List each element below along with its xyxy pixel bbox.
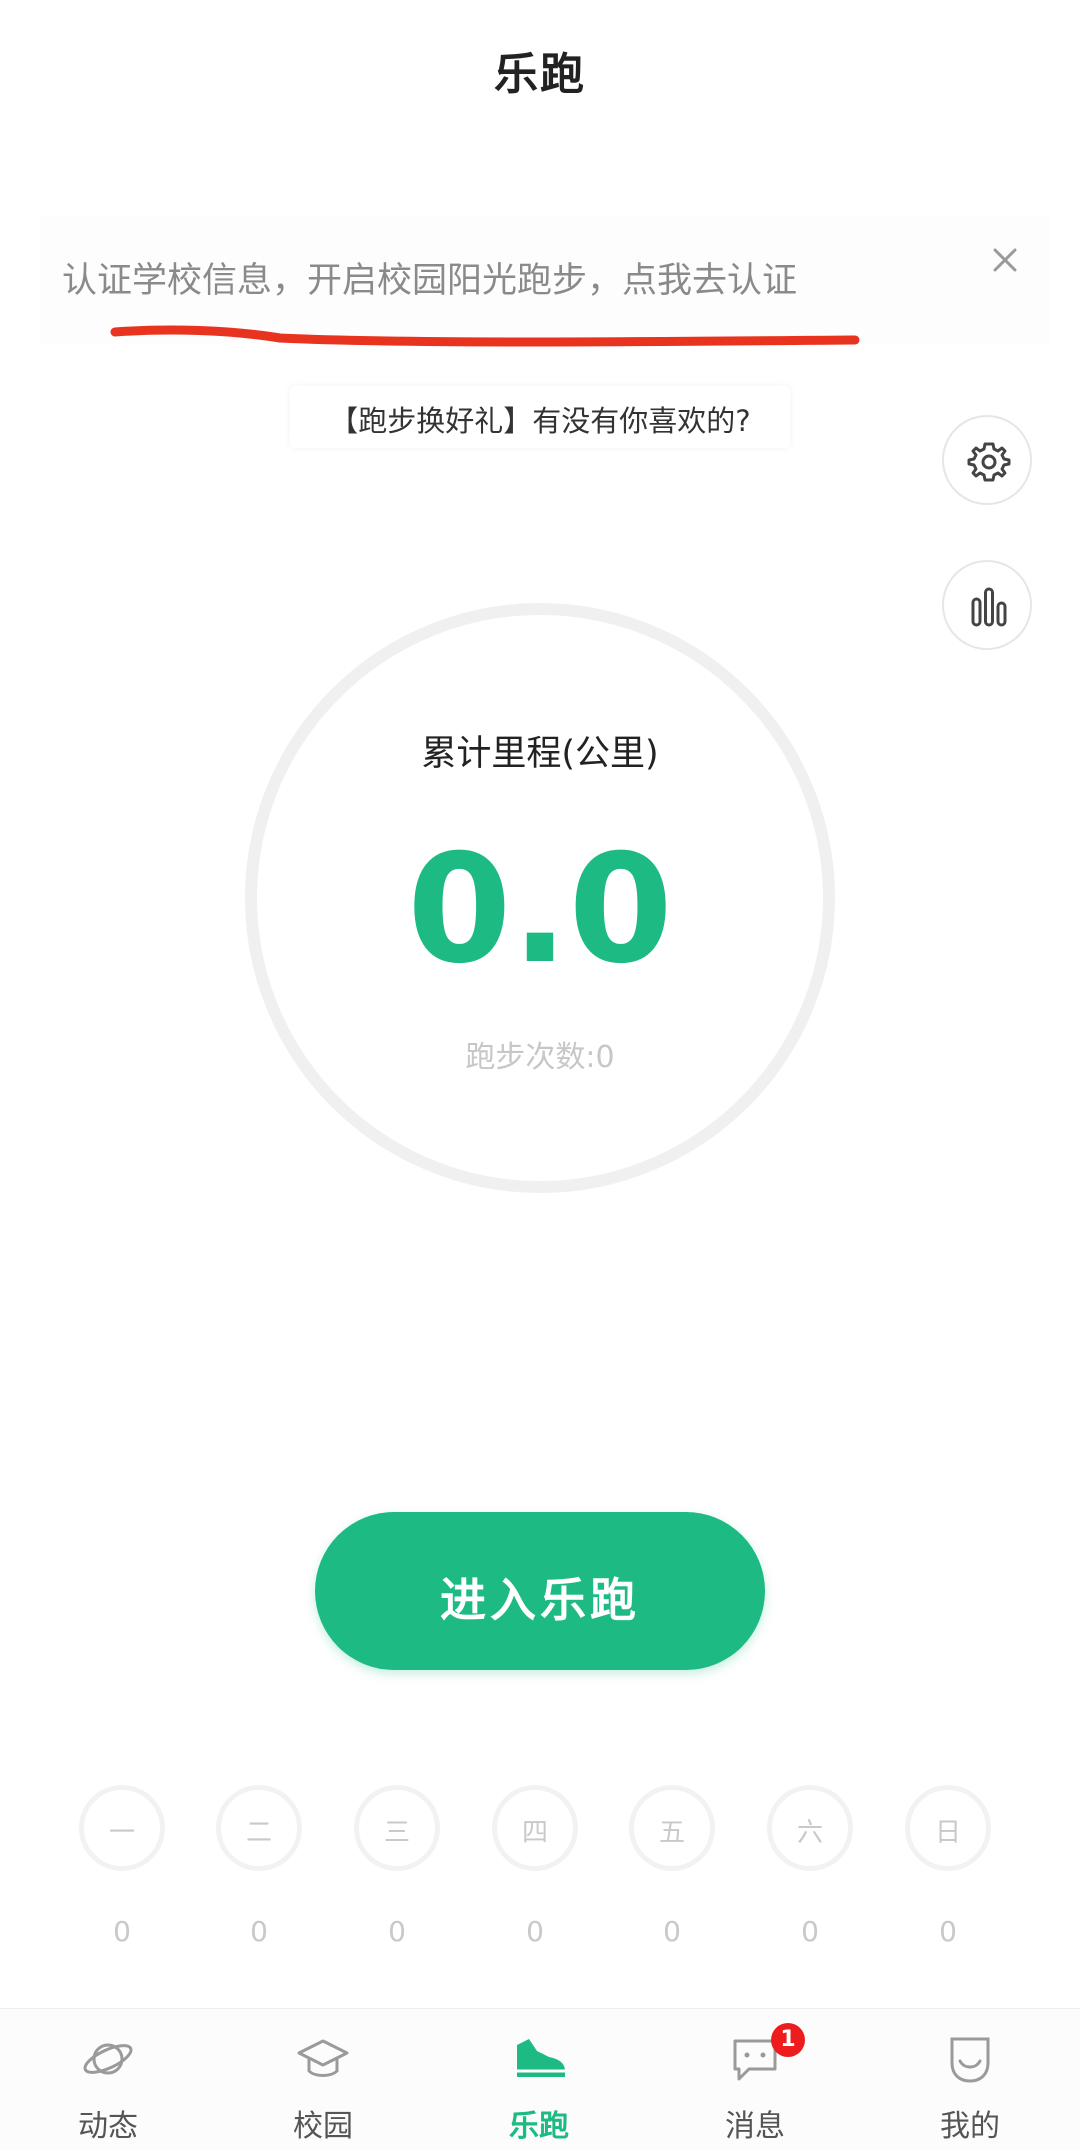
day-count: 0 bbox=[388, 1915, 406, 1948]
red-underline-annotation bbox=[110, 325, 860, 347]
unread-badge: 1 bbox=[771, 2023, 805, 2057]
day-circle-mon: 一 bbox=[79, 1785, 165, 1871]
certify-banner-text[interactable]: 认证学校信息，开启校园阳光跑步，点我去认证 bbox=[62, 252, 797, 303]
nav-item-dynamics[interactable]: 动态 bbox=[38, 2009, 178, 2150]
day-circle-sun: 日 bbox=[905, 1785, 991, 1871]
nav-label: 动态 bbox=[78, 2109, 138, 2144]
day-count: 0 bbox=[663, 1915, 681, 1948]
day-count: 0 bbox=[250, 1915, 268, 1948]
nav-item-campus[interactable]: 校园 bbox=[253, 2009, 393, 2150]
day-label: 三 bbox=[383, 1818, 410, 1848]
nav-label: 校园 bbox=[293, 2109, 353, 2144]
day-label: 四 bbox=[521, 1818, 548, 1848]
day-label: 一 bbox=[108, 1818, 135, 1848]
settings-button[interactable] bbox=[942, 415, 1032, 505]
start-run-label: 进入乐跑 bbox=[440, 1573, 640, 1627]
running-shoe-icon bbox=[517, 2039, 565, 2077]
day-circle-tue: 二 bbox=[216, 1785, 302, 1871]
promo-text: 【跑步换好礼】有没有你喜欢的? bbox=[329, 404, 751, 438]
promo-tag[interactable]: 【跑步换好礼】有没有你喜欢的? bbox=[290, 386, 790, 448]
start-run-button[interactable]: 进入乐跑 bbox=[315, 1512, 765, 1670]
day-circle-wed: 三 bbox=[354, 1785, 440, 1871]
day-count: 0 bbox=[939, 1915, 957, 1948]
day-label: 二 bbox=[245, 1818, 272, 1848]
nav-item-mine[interactable]: 我的 bbox=[900, 2009, 1040, 2150]
day-label: 六 bbox=[796, 1818, 823, 1848]
day-label: 五 bbox=[658, 1818, 685, 1848]
smile-face-icon bbox=[950, 2037, 990, 2083]
day-circle-thu: 四 bbox=[492, 1785, 578, 1871]
mileage-label: 累计里程(公里) bbox=[421, 734, 659, 774]
day-count: 0 bbox=[801, 1915, 819, 1948]
day-count: 0 bbox=[526, 1915, 544, 1948]
graduation-cap-icon bbox=[297, 2039, 349, 2077]
day-count: 0 bbox=[113, 1915, 131, 1948]
bottom-nav: 动态 校园 乐跑 1 消息 我的 bbox=[0, 2008, 1080, 2150]
nav-item-messages[interactable]: 1 消息 bbox=[685, 2009, 825, 2150]
day-circle-sat: 六 bbox=[767, 1785, 853, 1871]
gear-icon bbox=[967, 442, 1011, 482]
close-icon[interactable] bbox=[985, 240, 1025, 280]
nav-label: 乐跑 bbox=[509, 2109, 569, 2144]
mileage-value: 0.0 bbox=[407, 823, 673, 997]
bar-chart-icon bbox=[971, 587, 1007, 627]
nav-item-run[interactable]: 乐跑 bbox=[469, 2009, 609, 2150]
stats-button[interactable] bbox=[942, 560, 1032, 650]
nav-label: 我的 bbox=[940, 2109, 1000, 2144]
day-circle-fri: 五 bbox=[629, 1785, 715, 1871]
page-title: 乐跑 bbox=[494, 49, 586, 100]
day-label: 日 bbox=[934, 1818, 961, 1848]
planet-icon bbox=[83, 2043, 133, 2075]
nav-label: 消息 bbox=[725, 2109, 785, 2144]
run-count-text: 跑步次数:0 bbox=[465, 1040, 615, 1075]
